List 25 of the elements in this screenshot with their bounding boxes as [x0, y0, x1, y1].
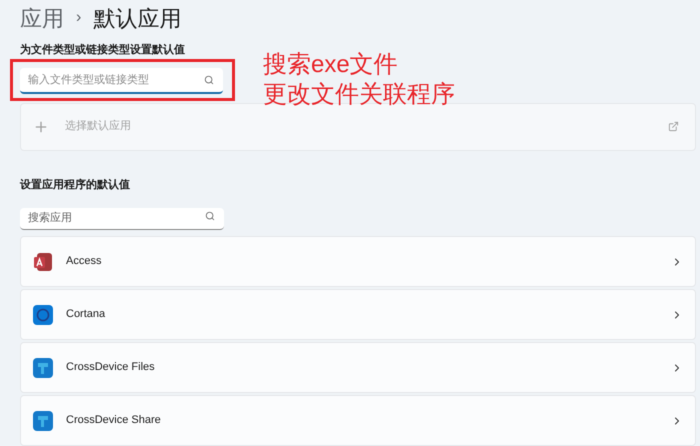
circle-app-icon — [33, 304, 53, 324]
app-row[interactable]: CrossDevice Share — [20, 395, 696, 446]
app-tile-icon — [33, 410, 53, 430]
app-name: Access — [66, 254, 102, 270]
app-tile-icon — [33, 358, 53, 378]
access-logo-icon — [33, 252, 53, 272]
file-type-search-field[interactable]: 输入文件类型或链接类型 — [20, 68, 223, 94]
app-name: CrossDevice Files — [66, 360, 155, 376]
choose-default-app-label: 选择默认应用 — [65, 118, 131, 134]
annotation-text: 搜索exe文件 — [263, 50, 399, 80]
section-label: 设置应用程序的默认值 — [20, 178, 131, 192]
section-label: 为文件类型或链接类型设置默认值 — [20, 42, 186, 58]
breadcrumb-separator: › — [76, 8, 82, 28]
search-icon — [205, 211, 215, 221]
app-row[interactable]: CrossDevice Files — [20, 342, 696, 393]
app-row[interactable]: Access — [20, 236, 696, 287]
search-icon — [204, 74, 214, 84]
external-link-icon — [668, 121, 679, 132]
plus-icon — [33, 118, 49, 134]
app-row[interactable]: Cortana — [20, 289, 696, 340]
app-search-field[interactable]: 搜索应用 — [20, 208, 224, 230]
app-name: CrossDevice Share — [66, 413, 161, 428]
app-name: Cortana — [66, 307, 106, 322]
page-title: 默认应用 — [93, 4, 182, 32]
breadcrumb-parent[interactable]: 应用 — [20, 2, 64, 34]
